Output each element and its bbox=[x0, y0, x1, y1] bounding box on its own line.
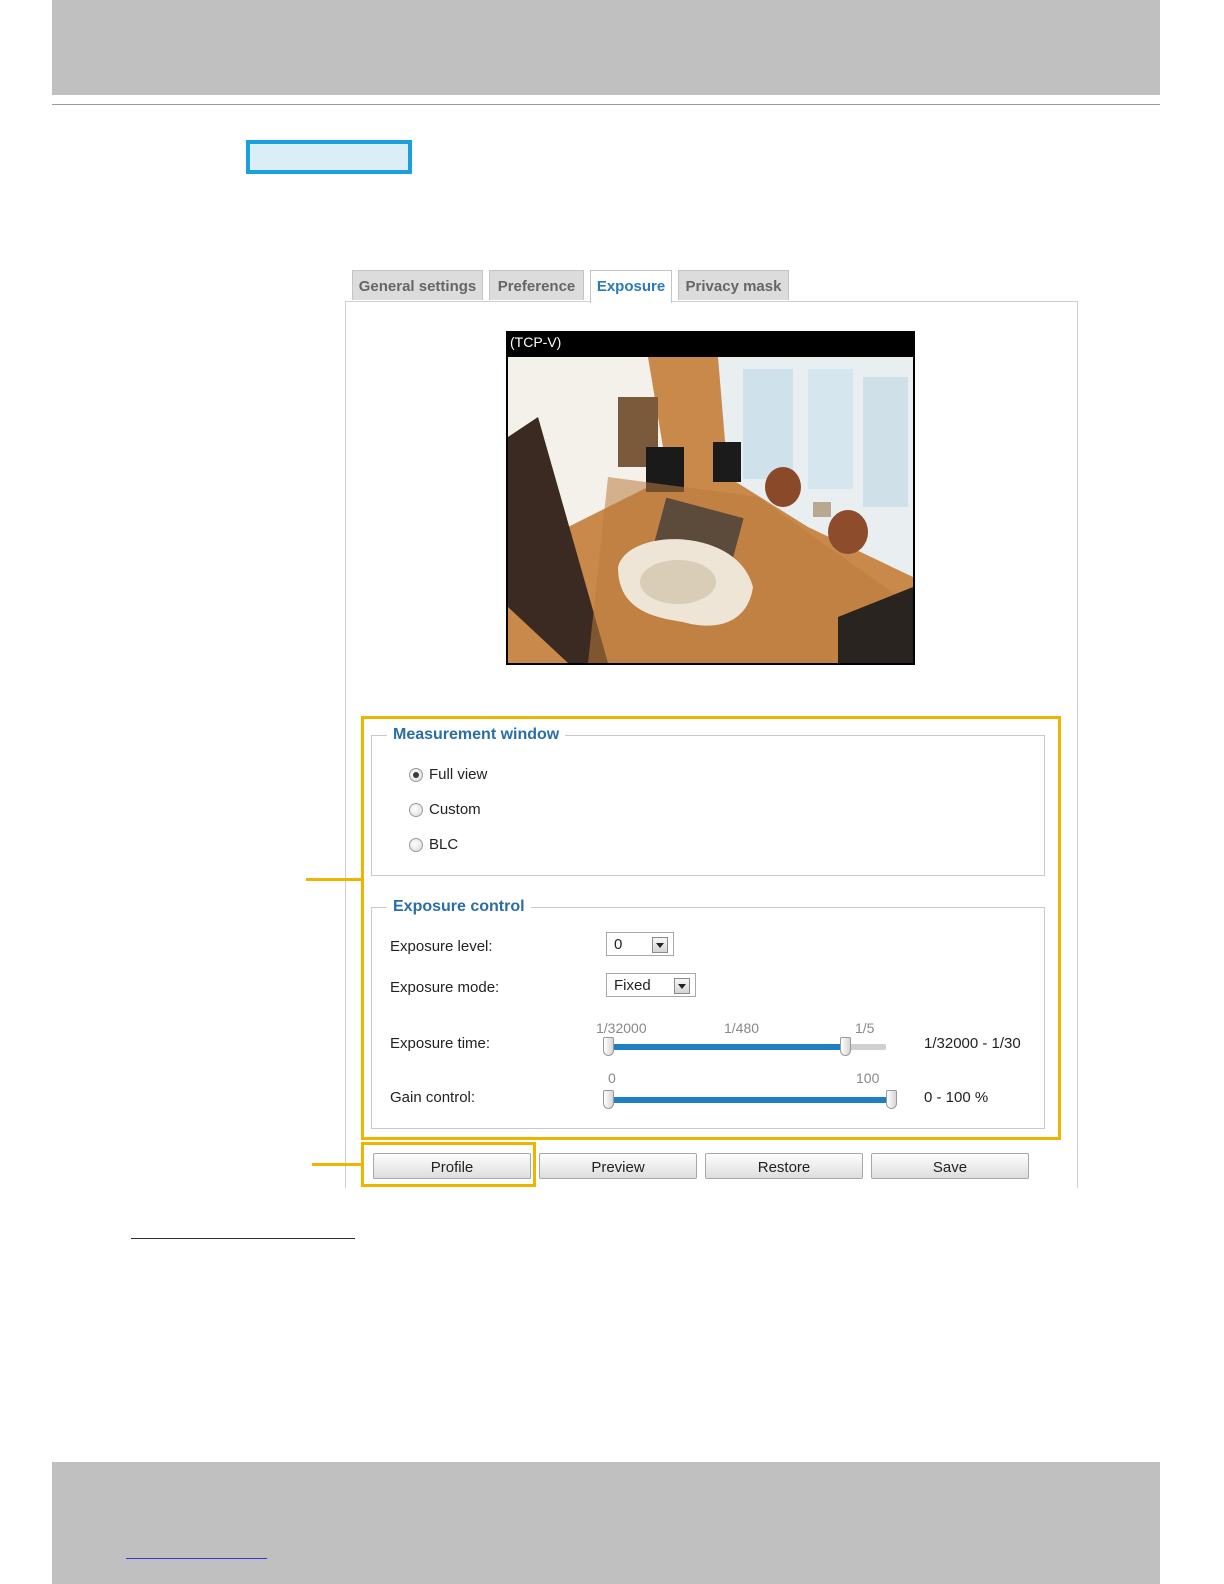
measurement-window-legend: Measurement window bbox=[387, 726, 566, 744]
header-divider bbox=[52, 104, 1160, 105]
exposure-time-slider-fill bbox=[610, 1044, 846, 1050]
exposure-level-select[interactable]: 0 bbox=[606, 932, 674, 956]
slider-tick-label: 1/5 bbox=[855, 1020, 875, 1036]
dropdown-arrow-icon[interactable] bbox=[674, 978, 690, 994]
exposure-level-label: Exposure level: bbox=[390, 938, 493, 955]
preview-button[interactable]: Preview bbox=[539, 1153, 697, 1179]
section-header-box bbox=[246, 140, 412, 174]
camera-image bbox=[508, 357, 913, 663]
footer-link-underline[interactable] bbox=[126, 1558, 267, 1559]
tab-exposure[interactable]: Exposure bbox=[590, 270, 672, 303]
gain-control-max-handle[interactable] bbox=[886, 1090, 897, 1109]
video-stream-title: (TCP-V) bbox=[510, 334, 562, 350]
gain-control-range: 0 - 100 % bbox=[924, 1089, 989, 1106]
radio-label: BLC bbox=[429, 836, 459, 853]
radio-label: Full view bbox=[429, 766, 488, 783]
exposure-mode-select[interactable]: Fixed bbox=[606, 973, 696, 997]
select-value: 0 bbox=[614, 936, 623, 953]
profile-button[interactable]: Profile bbox=[373, 1153, 531, 1179]
page-header-band bbox=[52, 0, 1160, 95]
tab-general-settings[interactable]: General settings bbox=[352, 270, 483, 300]
tab-preference[interactable]: Preference bbox=[489, 270, 584, 300]
live-video-view: (TCP-V) bbox=[506, 331, 915, 665]
radio-button[interactable] bbox=[409, 803, 423, 817]
exposure-time-label: Exposure time: bbox=[390, 1035, 491, 1052]
restore-button[interactable]: Restore bbox=[705, 1153, 863, 1179]
footnote-divider bbox=[131, 1238, 355, 1239]
gain-control-slider-fill bbox=[610, 1097, 891, 1103]
slider-tick-label: 0 bbox=[608, 1070, 616, 1086]
slider-tick-label: 1/480 bbox=[724, 1020, 760, 1036]
select-value: Fixed bbox=[614, 977, 651, 994]
gain-control-label: Gain control: bbox=[390, 1089, 476, 1106]
radio-button[interactable] bbox=[409, 838, 423, 852]
exposure-time-range: 1/32000 - 1/30 bbox=[924, 1035, 1021, 1052]
dropdown-arrow-icon[interactable] bbox=[652, 937, 668, 953]
save-button[interactable]: Save bbox=[871, 1153, 1029, 1179]
page-footer-band bbox=[52, 1462, 1160, 1584]
slider-tick-label: 100 bbox=[856, 1070, 880, 1086]
gain-control-min-handle[interactable] bbox=[603, 1090, 614, 1109]
callout-leader-line bbox=[306, 878, 362, 881]
radio-label: Custom bbox=[429, 801, 481, 818]
exposure-control-legend: Exposure control bbox=[387, 898, 531, 916]
exposure-time-max-handle[interactable] bbox=[840, 1037, 851, 1056]
slider-tick-label: 1/32000 bbox=[596, 1020, 647, 1036]
radio-button-checked[interactable] bbox=[409, 768, 423, 782]
tab-privacy-mask[interactable]: Privacy mask bbox=[678, 270, 789, 300]
exposure-mode-label: Exposure mode: bbox=[390, 979, 500, 996]
exposure-time-min-handle[interactable] bbox=[603, 1037, 614, 1056]
callout-leader-line bbox=[312, 1163, 362, 1166]
